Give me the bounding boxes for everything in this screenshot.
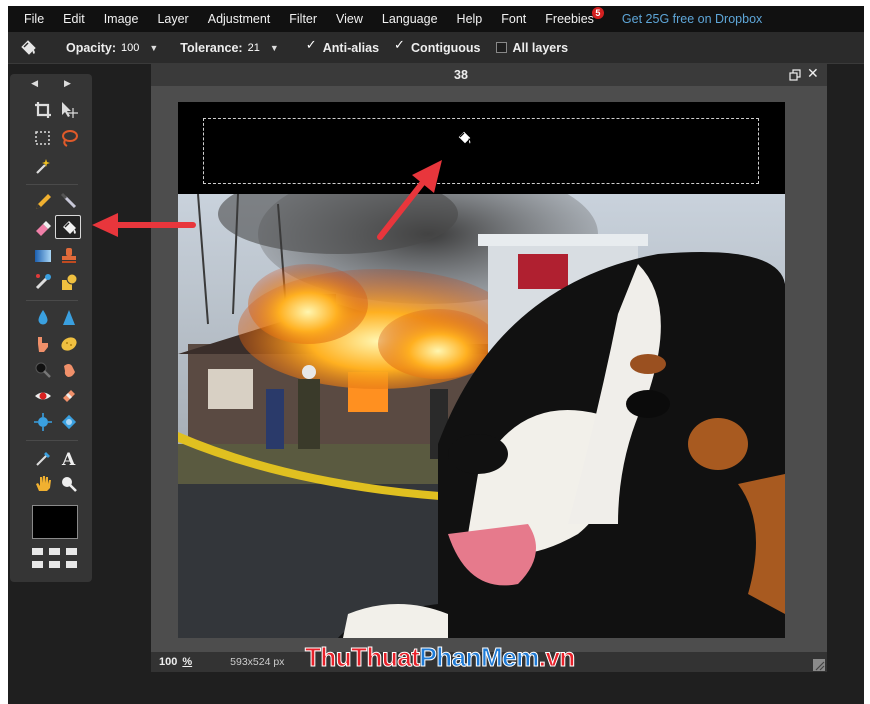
annotation-arrow-up (377, 160, 442, 240)
menu-freebies[interactable]: Freebies 5 (545, 7, 604, 26)
tolerance-label: Tolerance: (180, 40, 243, 55)
blur-icon[interactable] (30, 306, 56, 330)
selection-marquee (203, 118, 759, 184)
tools-next-icon[interactable]: ▶ (64, 78, 71, 92)
paint-bucket-options-icon (18, 38, 38, 58)
restore-window-icon[interactable] (789, 68, 801, 81)
gradient-icon[interactable] (30, 244, 56, 268)
all-layers-checkbox[interactable] (496, 42, 508, 53)
tool-options-bar: Opacity: 100 ▼ Tolerance: 21 ▼ Anti-alia… (8, 32, 864, 64)
pixlr-editor: File Edit Image Layer Adjustment Filter … (8, 6, 864, 704)
burn-icon[interactable] (56, 358, 82, 382)
red-eye-icon[interactable] (30, 384, 56, 408)
sponge-icon[interactable] (56, 332, 82, 356)
pencil-icon[interactable] (30, 190, 56, 214)
hand-icon[interactable] (30, 472, 56, 496)
spot-heal-icon[interactable] (56, 384, 82, 408)
filled-black-region (178, 102, 785, 194)
opacity-label: Opacity: (66, 40, 117, 55)
tools-separator (26, 440, 78, 441)
menu-view[interactable]: View (336, 12, 363, 26)
menu-adjustment[interactable]: Adjustment (208, 12, 271, 26)
tools-separator (26, 300, 78, 301)
menu-freebies-label: Freebies (545, 12, 594, 26)
watermark-part1: ThuThuat (304, 642, 420, 673)
tolerance-value[interactable]: 21 (248, 42, 260, 54)
lasso-icon[interactable] (56, 126, 82, 150)
annotation-arrow-left (92, 213, 196, 237)
close-icon[interactable]: ✕ (807, 65, 819, 82)
opacity-value[interactable]: 100 (121, 42, 139, 54)
menu-filter[interactable]: Filter (289, 12, 317, 26)
document-title: 38 (454, 68, 468, 82)
marquee-icon[interactable] (30, 126, 56, 150)
shape-icon[interactable] (56, 270, 82, 294)
tools-separator (26, 184, 78, 185)
watermark-logo: ThuThuatPhanMem.vn (304, 642, 576, 673)
eraser-icon[interactable] (30, 216, 56, 240)
antialias-checkbox[interactable] (306, 37, 318, 53)
menu-edit[interactable]: Edit (63, 12, 85, 26)
smudge-icon[interactable] (30, 332, 56, 356)
zoom-icon[interactable] (56, 472, 82, 496)
menu-font[interactable]: Font (501, 12, 526, 26)
svg-text:A: A (61, 450, 76, 468)
move-icon[interactable] (56, 98, 82, 122)
dodge-icon[interactable] (30, 358, 56, 382)
tools-prev-icon[interactable]: ◀ (31, 78, 38, 92)
tools-nav: ◀ ▶ (10, 78, 92, 92)
sharpen-icon[interactable] (56, 306, 82, 330)
document-window: 38 ✕ 100 % 593x524 px (151, 64, 827, 672)
menu-file[interactable]: File (24, 12, 44, 26)
bucket-cursor-icon (454, 128, 474, 153)
primary-color-swatch[interactable] (32, 505, 78, 539)
menu-image[interactable]: Image (104, 12, 139, 26)
contiguous-checkbox[interactable] (394, 37, 406, 53)
contiguous-label: Contiguous (411, 40, 481, 55)
dropbox-promo-link[interactable]: Get 25G free on Dropbox (622, 12, 762, 26)
watermark-part2: PhanMem (419, 642, 540, 673)
all-layers-label: All layers (512, 40, 569, 55)
resize-grip-icon[interactable] (813, 658, 825, 671)
watermark-part3: .vn (538, 642, 576, 673)
bloat-icon[interactable] (30, 410, 56, 434)
antialias-label: Anti-alias (322, 40, 380, 55)
freebies-count-badge: 5 (591, 7, 604, 19)
pinch-icon[interactable] (56, 410, 82, 434)
zoom-value[interactable]: 100 (159, 656, 177, 668)
menu-bar: File Edit Image Layer Adjustment Filter … (8, 6, 864, 32)
tolerance-dropdown-icon[interactable]: ▼ (270, 43, 279, 53)
brush-icon[interactable] (56, 190, 82, 214)
photo-layer (178, 194, 785, 638)
color-replace-icon[interactable] (30, 270, 56, 294)
menu-language[interactable]: Language (382, 12, 438, 26)
menu-layer[interactable]: Layer (157, 12, 188, 26)
crop-icon[interactable] (30, 98, 56, 122)
clone-stamp-icon[interactable] (56, 244, 82, 268)
menu-help[interactable]: Help (457, 12, 483, 26)
tools-panel: ◀ ▶ A (10, 74, 92, 582)
type-icon[interactable]: A (56, 446, 82, 470)
color-picker-icon[interactable] (30, 446, 56, 470)
canvas-area[interactable] (151, 86, 827, 652)
magic-wand-icon[interactable] (30, 154, 56, 178)
image-dimensions: 593x524 px (230, 656, 285, 668)
paint-bucket-icon[interactable] (55, 215, 81, 239)
zoom-unit: % (182, 656, 193, 668)
opacity-dropdown-icon[interactable]: ▼ (149, 43, 158, 53)
